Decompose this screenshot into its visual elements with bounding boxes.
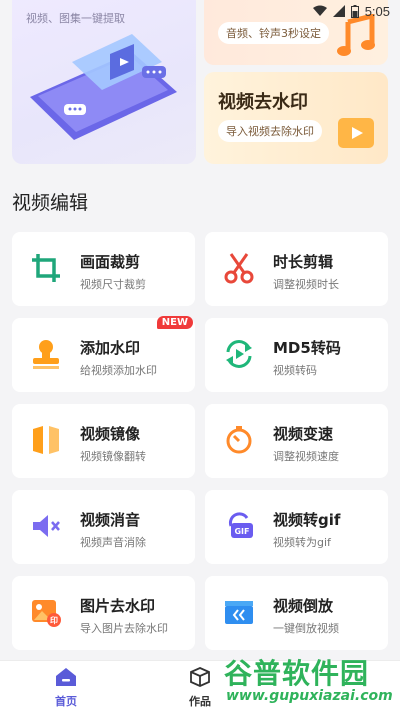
banner-title: 视频去水印 [218,92,308,113]
site-watermark: 谷普软件园 www.gupuxiazai.com [224,652,400,712]
tool-card-crop[interactable]: 画面裁剪 视频尺寸裁剪 [12,232,195,306]
mute-icon [33,515,60,537]
tool-subtitle: 调整视频时长 [273,278,339,291]
battery-icon [350,4,359,18]
status-bar: 5:05 [0,0,400,22]
gif-icon: GIF [228,512,253,538]
tool-subtitle: 视频尺寸裁剪 [80,278,146,291]
nav-works-label: 作品 [189,695,211,708]
tool-title: MD5转码 [273,339,341,357]
tool-title: 视频变速 [273,425,334,443]
tool-subtitle: 视频声音消除 [80,536,146,549]
nav-home[interactable]: 首页 [36,667,96,709]
play-icon [338,118,374,148]
tool-card-speed[interactable]: 视频变速 调整视频速度 [205,404,388,478]
wifi-icon [312,5,327,16]
tool-card-md5[interactable]: MD5转码 视频转码 [205,318,388,392]
transcode-icon [226,340,252,368]
tool-title: 添加水印 [80,339,141,357]
rewind-icon [225,601,253,624]
section-title: 视频编辑 [12,192,89,214]
tool-title: 图片去水印 [80,597,156,615]
new-badge: NEW [156,316,193,329]
tool-subtitle: 调整视频速度 [273,450,339,463]
tool-title: 画面裁剪 [80,253,141,271]
signal-icon [332,5,345,17]
tool-card-add-watermark[interactable]: 添加水印 给视频添加水印 NEW [12,316,195,392]
tool-title: 视频倒放 [273,597,334,615]
mirror-icon [33,426,59,454]
box-icon [190,667,210,687]
watermark-title: 谷普软件园 [224,657,370,690]
nav-home-label: 首页 [55,695,77,708]
phone-illustration-icon [30,34,177,140]
tool-card-mute[interactable]: 视频消音 视频声音消除 [12,490,195,564]
speed-icon [226,426,252,454]
tool-title: 视频消音 [80,511,141,529]
tool-subtitle: 视频转码 [273,364,317,377]
watermark-url: www.gupuxiazai.com [226,688,393,704]
banner-pill: 导入视频去除水印 [218,120,322,142]
tool-title: 视频转gif [273,511,341,529]
remove-watermark-banner[interactable]: 视频去水印 导入视频去除水印 [204,72,388,164]
tool-subtitle: 视频镜像翻转 [80,450,146,463]
crop-icon [32,254,60,282]
tool-card-gif[interactable]: GIF 视频转gif 视频转为gif [205,490,388,564]
tool-subtitle: 一键倒放视频 [273,622,339,635]
home-icon [56,668,76,686]
scissors-icon [224,253,254,284]
tool-title: 时长剪辑 [273,253,334,271]
image-watermark-icon: 印 [32,600,61,627]
svg-text:印: 印 [50,615,58,625]
tool-subtitle: 导入图片去除水印 [80,622,168,635]
tool-card-reverse[interactable]: 视频倒放 一键倒放视频 [205,576,388,650]
tool-card-mirror[interactable]: 视频镜像 视频镜像翻转 [12,404,195,478]
svg-text:GIF: GIF [234,527,249,536]
extract-banner[interactable]: 视频、图集一键提取 [12,0,196,164]
tool-subtitle: 给视频添加水印 [80,364,157,377]
tool-card-image-watermark[interactable]: 印 图片去水印 导入图片去除水印 [12,576,195,650]
tool-subtitle: 视频转为gif [273,536,331,549]
clock: 5:05 [364,3,390,19]
tool-card-trim[interactable]: 时长剪辑 调整视频时长 [205,232,388,306]
ringtone-pill: 音频、铃声3秒设定 [218,22,329,44]
stamp-icon [33,340,59,369]
nav-works[interactable]: 作品 [170,667,230,709]
tool-title: 视频镜像 [80,425,141,443]
